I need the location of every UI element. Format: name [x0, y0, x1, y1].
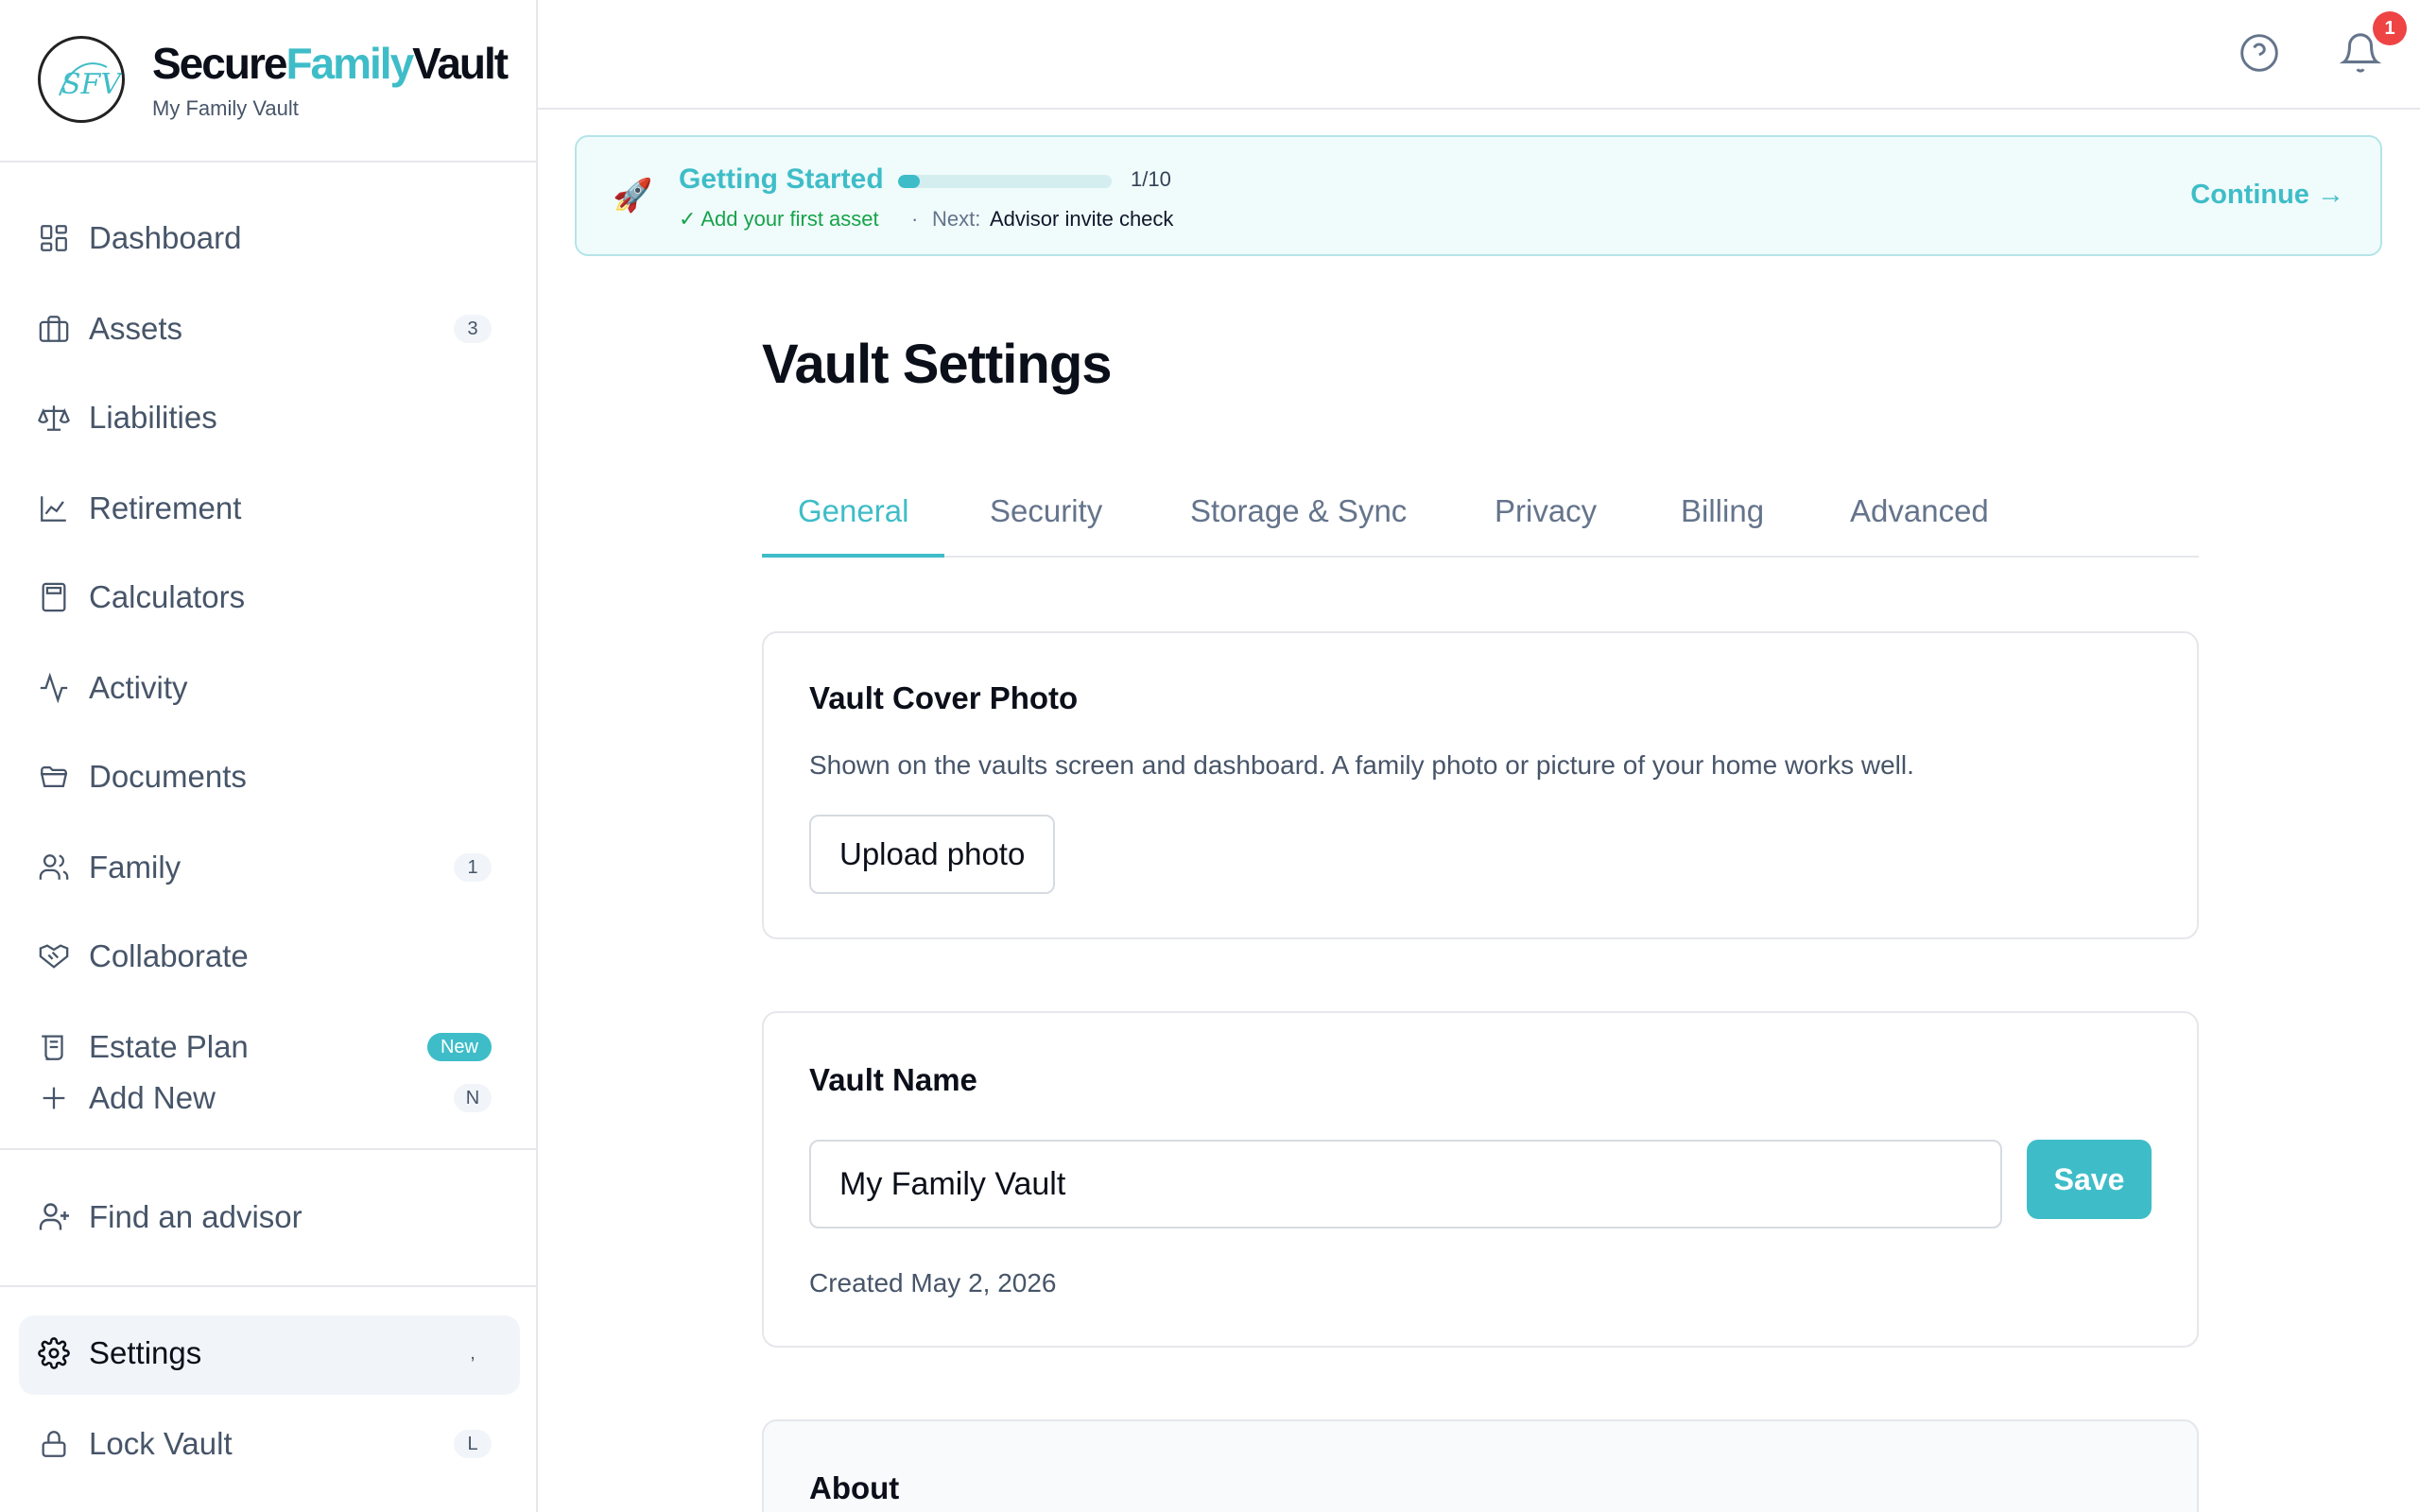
sidebar-item-label: Assets: [89, 311, 183, 346]
cover-photo-description: Shown on the vaults screen and dashboard…: [809, 750, 1914, 780]
activity-icon: [38, 660, 89, 716]
progress-fill: [898, 175, 920, 188]
shortcut-badge: ,: [470, 1342, 475, 1364]
sidebar-item-lock-vault[interactable]: Lock Vault L: [38, 1416, 501, 1472]
svg-text:SFV: SFV: [61, 68, 124, 101]
tab-security[interactable]: Security: [990, 493, 1102, 558]
lock-icon: [38, 1416, 89, 1472]
completed-step: ✓ Add your first asset: [679, 207, 879, 231]
sidebar-item-collaborate[interactable]: Collaborate: [38, 928, 501, 985]
sidebar-item-label: Settings: [89, 1335, 202, 1370]
getting-started-banner: 🚀 Getting Started 1/10 ✓ Add your first …: [575, 135, 2382, 256]
getting-started-progress: [898, 175, 1112, 188]
cover-photo-title: Vault Cover Photo: [809, 680, 1079, 715]
upload-photo-button[interactable]: Upload photo: [809, 815, 1056, 894]
vault-name-title: Vault Name: [809, 1062, 977, 1097]
sidebar-item-assets[interactable]: Assets 3: [38, 301, 501, 357]
nav-divider: [0, 1148, 536, 1150]
tab-storage-sync[interactable]: Storage & Sync: [1190, 493, 1407, 558]
created-date: Created May 2, 2026: [809, 1268, 1057, 1297]
notification-count-badge: 1: [2373, 11, 2407, 45]
sidebar-item-label: Family: [89, 850, 182, 885]
sidebar-item-documents[interactable]: Documents: [38, 748, 501, 805]
sidebar-item-settings[interactable]: Settings ,: [38, 1325, 501, 1382]
scale-icon: [38, 389, 89, 446]
find-advisor-link[interactable]: Find an advisor: [38, 1189, 501, 1246]
gear-icon: [38, 1325, 89, 1382]
settings-tabs: General Security Storage & Sync Privacy …: [762, 482, 2199, 558]
separator: ·: [911, 207, 919, 231]
brand-header: SFV SecureFamilyVault My Family Vault: [0, 0, 536, 163]
save-button[interactable]: Save: [2027, 1140, 2152, 1219]
vault-name-card: Vault Name My Family Vault Save Created …: [762, 1011, 2199, 1348]
sidebar-item-label: Estate Plan: [89, 1029, 249, 1064]
help-button[interactable]: [2238, 32, 2280, 74]
scroll-icon: [38, 1019, 89, 1075]
sidebar-item-label: Documents: [89, 759, 247, 794]
tab-billing[interactable]: Billing: [1681, 493, 1764, 558]
sidebar-item-label: Retirement: [89, 490, 242, 525]
brand-name: SecureFamilyVault: [152, 39, 509, 88]
next-task: Advisor invite check: [990, 207, 1174, 231]
tab-privacy[interactable]: Privacy: [1495, 493, 1597, 558]
page-title: Vault Settings: [762, 334, 1113, 395]
sidebar-item-liabilities[interactable]: Liabilities: [38, 389, 501, 446]
sidebar-item-dashboard[interactable]: Dashboard: [38, 210, 501, 266]
sidebar-item-estate-plan[interactable]: Estate Plan New: [38, 1019, 501, 1075]
dashboard-icon: [38, 210, 89, 266]
line-chart-icon: [38, 480, 89, 537]
sidebar-item-calculators[interactable]: Calculators: [38, 569, 501, 626]
shortcut-badge: L: [454, 1430, 492, 1458]
tab-advanced[interactable]: Advanced: [1850, 493, 1989, 558]
users-icon: [38, 839, 89, 896]
about-title: About: [809, 1470, 900, 1505]
find-advisor-label: Find an advisor: [89, 1199, 302, 1234]
sidebar-item-retirement[interactable]: Retirement: [38, 480, 501, 537]
top-bar: [538, 0, 2420, 110]
sidebar-item-family[interactable]: Family 1: [38, 839, 501, 896]
folder-icon: [38, 748, 89, 805]
plus-icon: [38, 1070, 89, 1126]
tab-general[interactable]: General: [762, 493, 945, 558]
new-badge: New: [426, 1033, 492, 1061]
sidebar-item-label: Calculators: [89, 579, 246, 614]
getting-started-title: Getting Started: [679, 163, 884, 195]
sidebar-item-label: Collaborate: [89, 938, 249, 973]
vault-name-input[interactable]: My Family Vault: [809, 1140, 2002, 1228]
sidebar-item-add-new[interactable]: Add New N: [38, 1070, 501, 1126]
vault-logo[interactable]: SFV: [38, 36, 125, 123]
sidebar-item-activity[interactable]: Activity: [38, 660, 501, 716]
sidebar-item-label: Add New: [89, 1080, 216, 1115]
rocket-icon: 🚀: [613, 178, 653, 214]
calculator-icon: [38, 569, 89, 626]
next-label: Next:: [932, 207, 981, 231]
continue-link[interactable]: Continue →: [2190, 180, 2344, 211]
about-card: About: [762, 1419, 2199, 1512]
sidebar-item-label: Dashboard: [89, 220, 242, 255]
cover-photo-card: Vault Cover Photo Shown on the vaults sc…: [762, 631, 2199, 939]
briefcase-icon: [38, 301, 89, 357]
sidebar-item-label: Activity: [89, 670, 188, 705]
sidebar-item-label: Liabilities: [89, 400, 217, 435]
handshake-icon: [38, 928, 89, 985]
nav-divider: [0, 1285, 536, 1287]
count-badge: 1: [454, 853, 492, 882]
vault-subtitle: My Family Vault: [152, 96, 299, 120]
sidebar-item-label: Lock Vault: [89, 1426, 233, 1461]
sidebar: SFV SecureFamilyVault My Family Vault Da…: [0, 0, 538, 1512]
count-badge: 3: [454, 315, 492, 343]
help-circle-icon: [2240, 34, 2278, 72]
progress-count: 1/10: [1131, 167, 1171, 191]
shortcut-badge: N: [454, 1084, 492, 1112]
